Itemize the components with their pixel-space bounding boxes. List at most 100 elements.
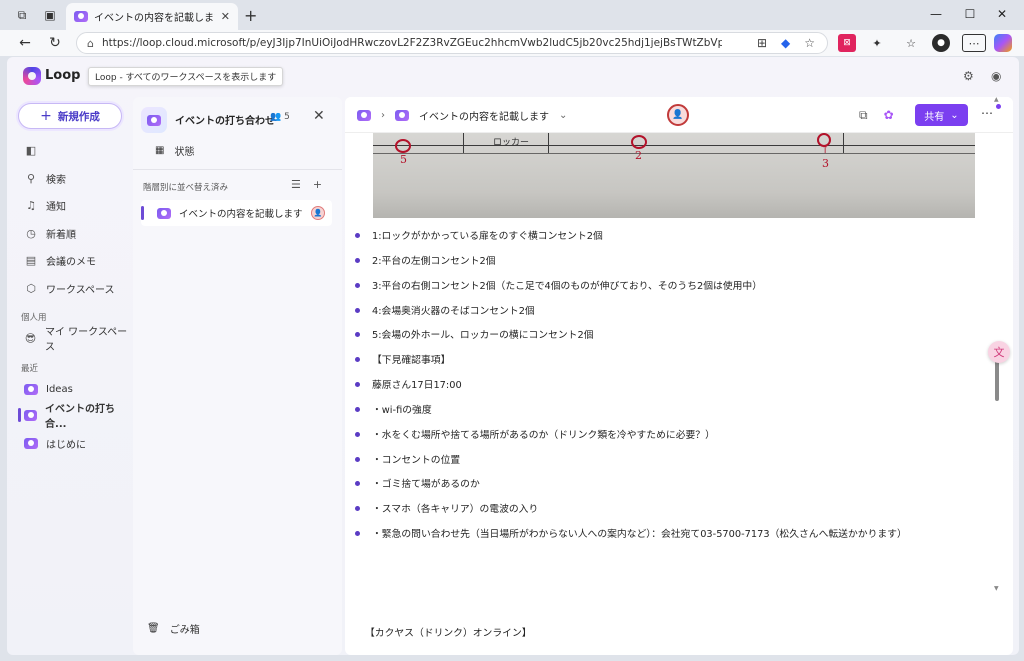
list-item[interactable]: ・緊急の問い合わせ先（当日場所がわからない人への案内など）：会社宛て03-570… bbox=[355, 525, 907, 541]
share-button[interactable]: 共有 ⌄ bbox=[915, 104, 968, 126]
list-item[interactable]: 4:会場奥消火器のそばコンセント2個 bbox=[355, 302, 535, 318]
nav-meeting-notes[interactable]: ▤ 会議のメモ bbox=[18, 250, 130, 270]
sunglasses-emoji-icon: 😎 bbox=[24, 331, 37, 345]
close-tab-icon[interactable]: ✕ bbox=[221, 10, 230, 23]
status-label: 状態 bbox=[174, 147, 195, 158]
new-tab-button[interactable]: + bbox=[244, 6, 257, 25]
close-panel-icon[interactable]: ✕ bbox=[313, 108, 325, 124]
scroll-up-arrow[interactable]: ▲ bbox=[994, 96, 999, 103]
refresh-button[interactable]: ↻ bbox=[46, 34, 64, 52]
copilot-icon[interactable] bbox=[994, 34, 1012, 52]
bullet-icon bbox=[355, 331, 360, 337]
extension-icon[interactable]: ⊠ bbox=[838, 34, 856, 52]
new-create-button[interactable]: + 新規作成 bbox=[18, 103, 122, 129]
page-icon bbox=[395, 110, 409, 121]
collaborator-avatar: 👤 bbox=[311, 206, 325, 220]
list-item[interactable]: 2:平台の左側コンセント2個 bbox=[355, 252, 496, 268]
favorites-icon[interactable]: ☆ bbox=[902, 34, 920, 52]
members-button[interactable]: 👥 5 bbox=[270, 112, 290, 122]
minimize-button[interactable]: — bbox=[924, 4, 948, 24]
close-window-button[interactable]: ✕ bbox=[990, 4, 1014, 24]
app-available-icon[interactable]: ⊞ bbox=[757, 36, 767, 50]
red-number-mark: 5 bbox=[400, 153, 407, 166]
translate-icon[interactable]: 文 bbox=[988, 341, 1010, 363]
list-item[interactable]: ・wi-fiの強度 bbox=[355, 401, 432, 417]
copy-link-icon[interactable]: ⧉ bbox=[859, 108, 868, 123]
list-item[interactable]: 【下見確認事項】 bbox=[355, 351, 450, 367]
favorite-star-icon[interactable]: ☆ bbox=[804, 36, 815, 50]
chevron-down-icon[interactable]: ⌄ bbox=[559, 110, 567, 121]
tab-actions-icon[interactable]: ▣ bbox=[42, 7, 58, 23]
nav-search[interactable]: ⚲ 検索 bbox=[18, 168, 130, 188]
list-item[interactable]: 1:ロックがかかっている扉をのすぐ横コンセント2個 bbox=[355, 227, 603, 243]
filter-icon[interactable]: ☰ bbox=[291, 178, 301, 191]
workspaces-icon[interactable]: ⧉ bbox=[14, 7, 30, 23]
bullet-icon bbox=[355, 282, 360, 288]
more-options-icon[interactable]: ⋯ bbox=[981, 106, 993, 120]
scroll-down-arrow[interactable]: ▼ bbox=[994, 585, 999, 592]
workspace-icon bbox=[24, 437, 38, 449]
document-header: › イベントの内容を記載します ⌄ 👤 ⧉ ✿ 共有 ⌄ ⋯ bbox=[345, 97, 1013, 133]
sort-label: 階層別に並べ替え済み bbox=[143, 183, 229, 193]
red-circle-mark bbox=[395, 139, 411, 153]
plus-icon: + bbox=[40, 108, 52, 124]
account-icon[interactable]: ◉ bbox=[991, 69, 1001, 83]
list-item[interactable]: 3:平台の右側コンセント2個（たこ足で4個のものが伸びており、そのうち2個は使用… bbox=[355, 277, 762, 293]
list-item-text: 藤原さん17日17:00 bbox=[372, 380, 462, 391]
scrollbar-thumb[interactable] bbox=[995, 357, 999, 401]
nav-recent-event[interactable]: イベントの打ち合... bbox=[18, 404, 130, 430]
workspace-title[interactable]: イベントの打ち合わせ bbox=[175, 112, 275, 127]
list-item[interactable]: ・コンセントの位置 bbox=[355, 451, 460, 467]
status-board-icon: ▦ bbox=[155, 145, 165, 156]
url-field[interactable]: ⌂ https://loop.cloud.microsoft/p/eyJ3Ijp… bbox=[76, 32, 828, 54]
trash-item[interactable]: 🗑 ごみ箱 bbox=[147, 621, 200, 636]
profile-avatar[interactable]: ● bbox=[932, 34, 950, 52]
breadcrumb-title[interactable]: イベントの内容を記載します bbox=[419, 108, 549, 123]
copilot-icon[interactable]: ✿ bbox=[884, 108, 894, 123]
nav-recent-getting-started[interactable]: はじめに bbox=[18, 433, 130, 453]
puzzle-extensions-icon[interactable]: ✦ bbox=[868, 34, 886, 52]
workspace-icon bbox=[24, 383, 38, 395]
nav-workspaces-label: ワークスペース bbox=[46, 284, 115, 296]
breadcrumb: › イベントの内容を記載します ⌄ bbox=[357, 108, 567, 123]
site-info-icon[interactable]: ⌂ bbox=[87, 37, 94, 50]
more-menu-icon[interactable]: ⋯ bbox=[962, 34, 986, 52]
list-item[interactable]: ・ゴミ捨て場があるのか bbox=[355, 475, 480, 491]
footer-heading[interactable]: 【カクヤス（ドリンク）オンライン】 bbox=[365, 625, 532, 639]
nav-my-workspace[interactable]: 😎 マイ ワークスペース bbox=[18, 327, 130, 353]
status-item[interactable]: ▦ 状態 bbox=[155, 143, 194, 158]
nav-workspaces[interactable]: ⬡ ワークスペース bbox=[18, 278, 130, 298]
list-item-text: ・緊急の問い合わせ先（当日場所がわからない人への案内など）：会社宛て03-570… bbox=[372, 529, 907, 540]
nav-recent[interactable]: ◷ 新着順 bbox=[18, 223, 130, 243]
nav-notifications[interactable]: ♫ 通知 bbox=[18, 195, 130, 215]
selected-indicator bbox=[141, 206, 144, 220]
browser-tab[interactable]: イベントの内容を記載します ✕ bbox=[66, 3, 238, 30]
bullet-icon bbox=[355, 257, 360, 263]
embedded-photo[interactable]: ロッカー 5 2 ↑ 3 bbox=[373, 133, 975, 218]
nav-recent-event-label: イベントの打ち合... bbox=[45, 404, 116, 430]
bullet-icon bbox=[355, 530, 360, 536]
page-list-item[interactable]: イベントの内容を記載します 👤 bbox=[141, 200, 332, 226]
workspaces-icon: ⬡ bbox=[26, 281, 36, 295]
list-item-text: 【下見確認事項】 bbox=[372, 355, 451, 366]
settings-gear-icon[interactable]: ⚙ bbox=[963, 69, 974, 83]
back-button[interactable]: ← bbox=[16, 34, 34, 52]
list-item-text: 5:会場の外ホール、ロッカーの横にコンセント2個 bbox=[372, 330, 594, 341]
tag-icon[interactable]: ◆ bbox=[781, 36, 790, 50]
app-name[interactable]: Loop bbox=[45, 68, 80, 83]
list-item-text: ・コンセントの位置 bbox=[372, 455, 461, 466]
bullet-icon bbox=[355, 232, 360, 238]
list-item[interactable]: ・スマホ（各キャリア）の電波の入り bbox=[355, 500, 538, 516]
list-item[interactable]: 藤原さん17日17:00 bbox=[355, 376, 462, 392]
list-item[interactable]: 5:会場の外ホール、ロッカーの横にコンセント2個 bbox=[355, 326, 594, 342]
maximize-button[interactable]: ☐ bbox=[958, 4, 982, 24]
workspace-breadcrumb-icon[interactable] bbox=[357, 110, 371, 121]
workspace-icon bbox=[24, 409, 38, 421]
list-item[interactable]: ・水をくむ場所や捨てる場所があるのか（ドリンク類を冷やすために必要？） bbox=[355, 426, 715, 442]
nav-recent-ideas[interactable]: Ideas bbox=[18, 379, 130, 399]
sketch-line bbox=[463, 133, 464, 153]
add-page-icon[interactable]: + bbox=[313, 178, 322, 191]
collapse-nav-button[interactable]: ◧ bbox=[18, 140, 130, 160]
collaborator-presence-avatar[interactable]: 👤 bbox=[667, 104, 689, 126]
loop-logo-icon[interactable] bbox=[23, 67, 41, 85]
